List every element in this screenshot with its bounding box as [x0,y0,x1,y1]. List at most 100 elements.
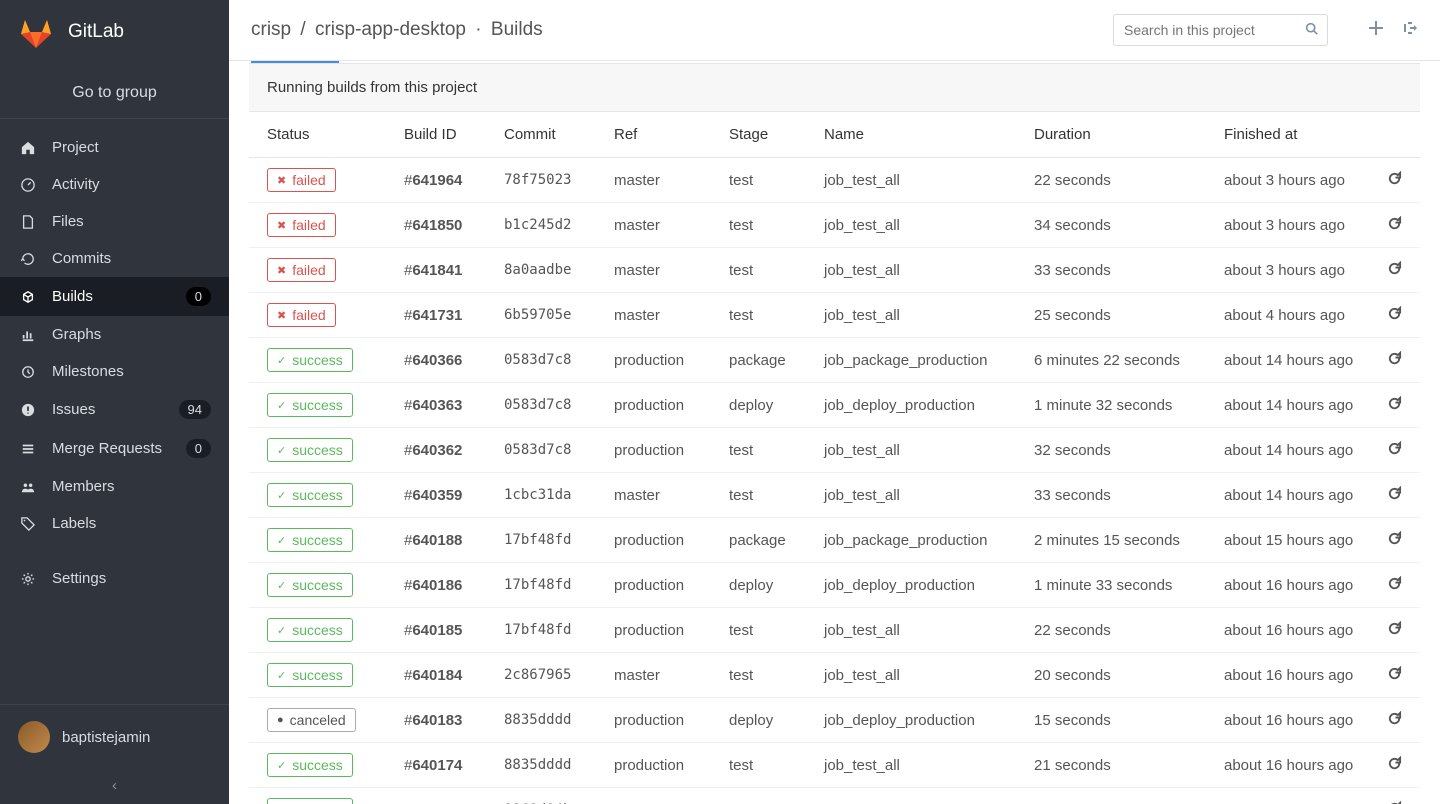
build-id[interactable]: #640362 [394,428,494,473]
retry-button[interactable] [1370,698,1420,743]
status-badge[interactable]: ✖failed [267,258,336,282]
retry-button[interactable] [1370,428,1420,473]
go-to-group-link[interactable]: Go to group [0,68,229,119]
sidebar-item-project[interactable]: Project [0,129,229,166]
sidebar-item-settings[interactable]: Settings [0,560,229,597]
ref[interactable]: production [604,518,719,563]
ref[interactable]: production [604,428,719,473]
status-badge[interactable]: ✓success [267,528,353,552]
build-id[interactable]: #640186 [394,563,494,608]
build-id[interactable]: #640174 [394,743,494,788]
commit-sha[interactable]: 17bf48fd [494,563,604,608]
status-badge[interactable]: ✓success [267,798,353,804]
status-badge[interactable]: ✓success [267,753,353,777]
status-badge[interactable]: ✖failed [267,303,336,327]
status-badge[interactable]: ●canceled [267,708,356,732]
ref[interactable]: master [604,293,719,338]
plus-icon[interactable] [1368,20,1384,41]
retry-button[interactable] [1370,608,1420,653]
ref[interactable]: production [604,698,719,743]
commit-sha[interactable]: 17bf48fd [494,518,604,563]
retry-button[interactable] [1370,518,1420,563]
commit-sha[interactable]: 8835dddd [494,743,604,788]
build-id[interactable]: #641841 [394,248,494,293]
ref[interactable]: master [604,473,719,518]
build-id[interactable]: #641964 [394,158,494,203]
build-id[interactable]: #640366 [394,338,494,383]
ref[interactable]: master [604,158,719,203]
search-icon[interactable] [1305,22,1318,38]
sidebar-item-labels[interactable]: Labels [0,505,229,542]
ref[interactable]: master [604,203,719,248]
ref[interactable]: production [604,338,719,383]
retry-button[interactable] [1370,158,1420,203]
retry-button[interactable] [1370,383,1420,428]
ref[interactable]: master [604,248,719,293]
status-badge[interactable]: ✓success [267,663,353,687]
breadcrumb-group[interactable]: crisp [251,19,291,40]
build-id[interactable]: #640359 [394,473,494,518]
build-id[interactable]: #641731 [394,293,494,338]
ref[interactable]: master [604,788,719,804]
breadcrumb-project[interactable]: crisp-app-desktop [315,19,466,40]
status-badge[interactable]: ✓success [267,438,353,462]
commit-sha[interactable]: 2c867965 [494,653,604,698]
collapse-sidebar-button[interactable]: ‹ [0,769,229,804]
sidebar-item-members[interactable]: Members [0,468,229,505]
signout-icon[interactable] [1402,20,1418,41]
build-id[interactable]: #640166 [394,788,494,804]
commit-sha[interactable]: 6b59705e [494,293,604,338]
status-badge[interactable]: ✓success [267,573,353,597]
sidebar-item-files[interactable]: Files [0,203,229,240]
sidebar-item-commits[interactable]: Commits [0,240,229,277]
commit-sha[interactable]: 0583d7c8 [494,428,604,473]
ref[interactable]: master [604,653,719,698]
current-user[interactable]: baptistejamin [0,704,229,769]
brand-logo[interactable]: GitLab [0,0,229,68]
tags-icon [18,517,38,531]
search-input[interactable] [1113,14,1328,46]
status-badge[interactable]: ✓success [267,393,353,417]
retry-button[interactable] [1370,788,1420,804]
commit-sha[interactable]: 1cbc31da [494,473,604,518]
build-id[interactable]: #640184 [394,653,494,698]
ref[interactable]: production [604,563,719,608]
retry-button[interactable] [1370,203,1420,248]
sidebar-item-builds[interactable]: Builds0 [0,277,229,316]
status-badge[interactable]: ✖failed [267,168,336,192]
status-badge[interactable]: ✓success [267,348,353,372]
sidebar-item-activity[interactable]: Activity [0,166,229,203]
retry-button[interactable] [1370,248,1420,293]
ref[interactable]: production [604,383,719,428]
retry-button[interactable] [1370,293,1420,338]
commit-sha[interactable]: 0583d7c8 [494,338,604,383]
sidebar-item-issues[interactable]: Issues94 [0,390,229,429]
commit-sha[interactable]: 0583d7c8 [494,383,604,428]
column-header: Stage [719,112,814,158]
retry-button[interactable] [1370,338,1420,383]
sidebar-item-graphs[interactable]: Graphs [0,316,229,353]
commit-sha[interactable]: 17bf48fd [494,608,604,653]
build-id[interactable]: #641850 [394,203,494,248]
retry-button[interactable] [1370,653,1420,698]
retry-button[interactable] [1370,563,1420,608]
ref[interactable]: production [604,608,719,653]
sidebar-item-milestones[interactable]: Milestones [0,353,229,390]
commit-sha[interactable]: 78f75023 [494,158,604,203]
build-id[interactable]: #640188 [394,518,494,563]
status-badge[interactable]: ✓success [267,483,353,507]
sidebar-item-merge-requests[interactable]: Merge Requests0 [0,429,229,468]
build-id[interactable]: #640185 [394,608,494,653]
status-badge[interactable]: ✓success [267,618,353,642]
build-id[interactable]: #640363 [394,383,494,428]
status-badge[interactable]: ✖failed [267,213,336,237]
commit-sha[interactable]: 1868d84b [494,788,604,804]
commit-sha[interactable]: 8835dddd [494,698,604,743]
commit-sha[interactable]: 8a0aadbe [494,248,604,293]
commit-sha[interactable]: b1c245d2 [494,203,604,248]
retry-button[interactable] [1370,743,1420,788]
retry-button[interactable] [1370,473,1420,518]
retry-icon [1387,173,1402,190]
ref[interactable]: production [604,743,719,788]
build-id[interactable]: #640183 [394,698,494,743]
